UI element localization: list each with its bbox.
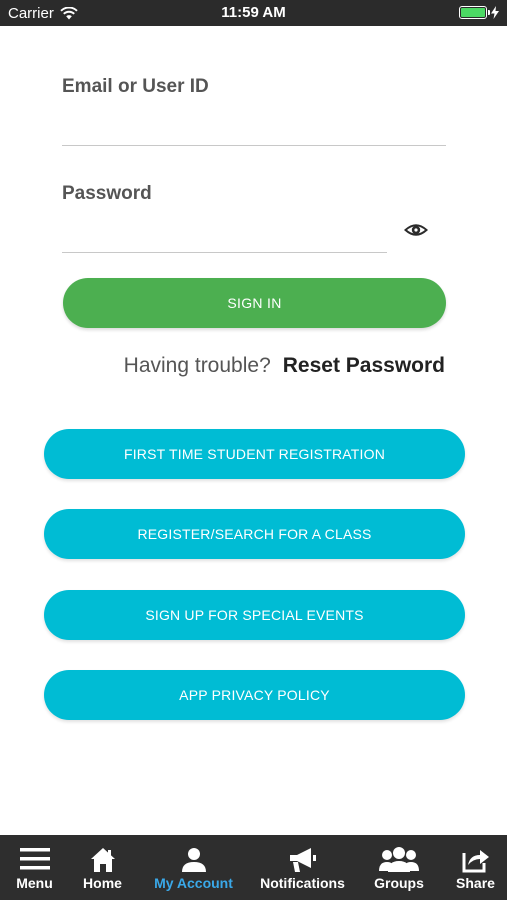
group-icon	[379, 847, 419, 872]
tab-label-my-account: My Account	[154, 875, 233, 891]
tab-menu[interactable]: Menu	[0, 835, 69, 900]
megaphone-icon	[289, 848, 316, 872]
sign-in-button[interactable]: SIGN IN	[63, 278, 446, 328]
menu-icon	[19, 848, 50, 870]
tab-label-share: Share	[456, 875, 495, 891]
charging-bolt-icon	[491, 6, 499, 19]
tab-label-notifications: Notifications	[260, 875, 345, 891]
tab-label-home: Home	[83, 875, 122, 891]
password-field[interactable]	[62, 220, 387, 250]
share-icon	[462, 850, 489, 873]
status-bar: Carrier 11:59 AM	[0, 0, 507, 26]
special-events-button[interactable]: SIGN UP FOR SPECIAL EVENTS	[44, 590, 465, 640]
email-field[interactable]	[62, 112, 445, 142]
trouble-row: Having trouble? Reset Password	[124, 354, 445, 378]
user-icon	[181, 848, 206, 872]
battery-fill	[461, 8, 485, 17]
trouble-text: Having trouble?	[123, 354, 271, 377]
privacy-policy-button[interactable]: APP PRIVACY POLICY	[44, 670, 465, 720]
register-search-class-button[interactable]: REGISTER/SEARCH FOR A CLASS	[44, 509, 465, 559]
tab-notifications[interactable]: Notifications	[251, 835, 354, 900]
battery-icon	[459, 6, 490, 19]
email-underline	[62, 145, 446, 146]
tab-groups[interactable]: Groups	[354, 835, 444, 900]
tab-label-menu: Menu	[16, 875, 53, 891]
battery-group	[459, 6, 499, 19]
password-underline	[62, 252, 387, 253]
tab-bar: Menu Home My Account Notifications Group…	[0, 835, 507, 900]
clock: 11:59 AM	[221, 4, 286, 21]
password-label: Password	[62, 183, 152, 204]
home-icon	[90, 848, 115, 872]
eye-icon[interactable]	[404, 220, 428, 240]
reset-password-link[interactable]: Reset Password	[283, 354, 445, 378]
tab-my-account[interactable]: My Account	[136, 835, 251, 900]
tab-home[interactable]: Home	[69, 835, 136, 900]
email-label: Email or User ID	[62, 76, 209, 97]
first-time-registration-button[interactable]: FIRST TIME STUDENT REGISTRATION	[44, 429, 465, 479]
tab-share[interactable]: Share	[444, 835, 507, 900]
tab-label-groups: Groups	[374, 875, 424, 891]
